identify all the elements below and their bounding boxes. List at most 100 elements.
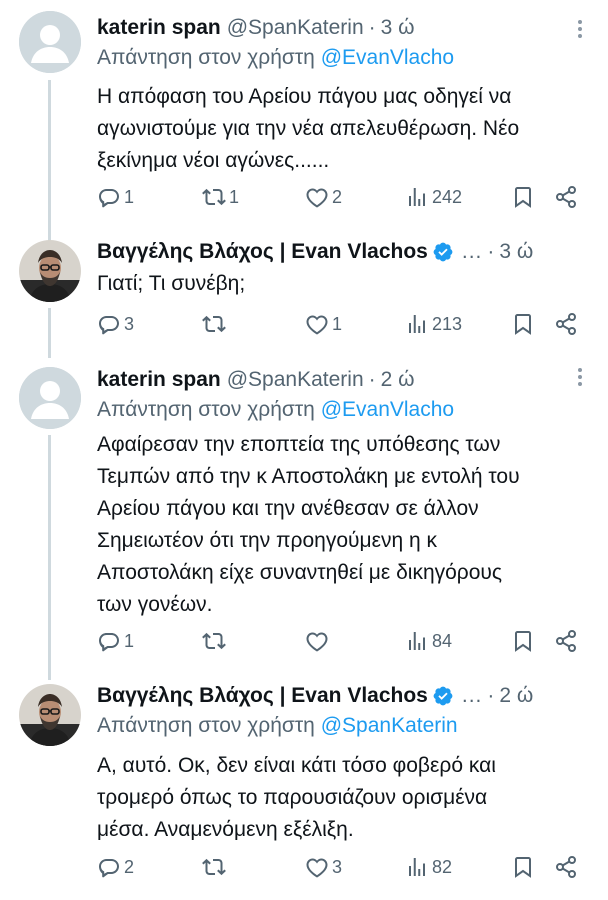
handle-truncated[interactable]: ... bbox=[462, 684, 483, 708]
reply-button[interactable]: 1 bbox=[97, 182, 134, 212]
tweet-text: Γιατί; Τι συνέβη; bbox=[97, 272, 246, 295]
tweet-text: Αφαίρεσαν την εποπτεία της υπόθεσης των … bbox=[97, 433, 520, 616]
author-name[interactable]: katerin span bbox=[97, 368, 221, 392]
share-icon bbox=[554, 312, 578, 336]
heart-icon bbox=[305, 185, 329, 209]
views-icon bbox=[405, 312, 429, 336]
reply-button[interactable]: 1 bbox=[97, 626, 134, 656]
author-name[interactable]: Βαγγέλης Βλάχος | Evan Vlachos bbox=[97, 240, 428, 264]
thread-line bbox=[48, 435, 51, 680]
reply-prefix: Απάντηση στον χρήστη bbox=[97, 46, 315, 69]
retweet-button[interactable] bbox=[202, 852, 229, 882]
verified-badge-icon bbox=[432, 685, 454, 707]
tweet-header: Βαγγέλης Βλάχος | Evan Vlachos ... · 3 ώ bbox=[97, 232, 584, 272]
action-bar: 1 84 bbox=[97, 626, 587, 656]
more-options-icon[interactable] bbox=[572, 20, 588, 42]
thread-line bbox=[48, 80, 51, 250]
like-count: 3 bbox=[332, 856, 343, 877]
bookmark-button[interactable] bbox=[511, 309, 535, 339]
avatar-photo[interactable] bbox=[19, 684, 81, 746]
heart-icon bbox=[305, 855, 329, 879]
bookmark-button[interactable] bbox=[511, 182, 535, 212]
tweet-4[interactable]: Βαγγέλης Βλάχος | Evan Vlachos ... · 2 ώ… bbox=[0, 676, 608, 896]
reply-button[interactable]: 2 bbox=[97, 852, 134, 882]
retweet-count: 1 bbox=[229, 186, 240, 207]
views-icon bbox=[405, 185, 429, 209]
author-name[interactable]: Βαγγέλης Βλάχος | Evan Vlachos bbox=[97, 684, 428, 708]
like-button[interactable] bbox=[305, 626, 332, 656]
retweet-button[interactable] bbox=[202, 309, 229, 339]
action-bar: 1 1 2 242 bbox=[97, 182, 587, 212]
action-bar: 2 3 82 bbox=[97, 852, 587, 882]
action-bar: 3 1 213 bbox=[97, 309, 587, 339]
views-count: 84 bbox=[432, 630, 453, 651]
tweet-2[interactable]: Βαγγέλης Βλάχος | Evan Vlachos ... · 3 ώ… bbox=[0, 232, 608, 358]
reply-context: Απάντηση στον χρήστη @EvanVlacho bbox=[97, 46, 454, 70]
timestamp[interactable]: 2 ώ bbox=[381, 368, 415, 392]
reply-prefix: Απάντηση στον χρήστη bbox=[97, 714, 315, 737]
tweet-header: katerin span @SpanKaterin · 3 ώ bbox=[97, 8, 584, 48]
verified-badge-icon bbox=[432, 241, 454, 263]
retweet-button[interactable]: 1 bbox=[202, 182, 239, 212]
reply-mention-link[interactable]: @EvanVlacho bbox=[321, 398, 454, 421]
bookmark-button[interactable] bbox=[511, 852, 535, 882]
timestamp[interactable]: 3 ώ bbox=[381, 16, 415, 40]
views-button[interactable]: 82 bbox=[405, 852, 452, 882]
like-button[interactable]: 2 bbox=[305, 182, 342, 212]
views-icon bbox=[405, 629, 429, 653]
tweet-text: Η απόφαση του Αρείου πάγου μας οδηγεί να… bbox=[97, 85, 520, 172]
author-handle[interactable]: @SpanKaterin bbox=[227, 16, 364, 40]
views-button[interactable]: 213 bbox=[405, 309, 462, 339]
author-handle[interactable]: @SpanKaterin bbox=[227, 368, 364, 392]
views-count: 242 bbox=[432, 186, 463, 207]
reply-icon bbox=[97, 312, 121, 336]
reply-context: Απάντηση στον χρήστη @EvanVlacho bbox=[97, 398, 454, 422]
reply-count: 3 bbox=[124, 313, 135, 334]
retweet-icon bbox=[202, 855, 226, 879]
reply-button[interactable]: 3 bbox=[97, 309, 134, 339]
reply-prefix: Απάντηση στον χρήστη bbox=[97, 398, 315, 421]
share-icon bbox=[554, 855, 578, 879]
like-count: 2 bbox=[332, 186, 343, 207]
share-button[interactable] bbox=[554, 309, 578, 339]
reply-icon bbox=[97, 185, 121, 209]
retweet-button[interactable] bbox=[202, 626, 229, 656]
thread-line bbox=[48, 308, 51, 358]
reply-count: 1 bbox=[124, 186, 135, 207]
heart-icon bbox=[305, 629, 329, 653]
reply-icon bbox=[97, 855, 121, 879]
bookmark-button[interactable] bbox=[511, 626, 535, 656]
share-button[interactable] bbox=[554, 626, 578, 656]
bookmark-icon bbox=[511, 312, 535, 336]
retweet-icon bbox=[202, 185, 226, 209]
share-button[interactable] bbox=[554, 852, 578, 882]
avatar-default[interactable] bbox=[19, 11, 81, 73]
reply-mention-link[interactable]: @SpanKaterin bbox=[321, 714, 458, 737]
more-options-icon[interactable] bbox=[572, 368, 588, 390]
views-count: 82 bbox=[432, 856, 453, 877]
separator-dot: · bbox=[368, 16, 376, 39]
like-button[interactable]: 1 bbox=[305, 309, 342, 339]
tweet-text: Α, αυτό. Οκ, δεν είναι κάτι τόσο φοβερό … bbox=[97, 754, 496, 841]
handle-truncated[interactable]: ... bbox=[462, 240, 483, 264]
share-icon bbox=[554, 185, 578, 209]
separator-dot: · bbox=[368, 368, 376, 391]
bookmark-icon bbox=[511, 629, 535, 653]
views-button[interactable]: 84 bbox=[405, 626, 452, 656]
avatar-default[interactable] bbox=[19, 367, 81, 429]
tweet-3[interactable]: katerin span @SpanKaterin · 2 ώ Απάντηση… bbox=[0, 360, 608, 680]
separator-dot: · bbox=[487, 240, 495, 263]
reply-mention-link[interactable]: @EvanVlacho bbox=[321, 46, 454, 69]
timestamp[interactable]: 3 ώ bbox=[499, 240, 533, 264]
reply-count: 1 bbox=[124, 630, 135, 651]
bookmark-icon bbox=[511, 855, 535, 879]
tweet-1[interactable]: katerin span @SpanKaterin · 3 ώ Απάντηση… bbox=[0, 8, 608, 250]
share-button[interactable] bbox=[554, 182, 578, 212]
timestamp[interactable]: 2 ώ bbox=[499, 684, 533, 708]
views-icon bbox=[405, 855, 429, 879]
like-button[interactable]: 3 bbox=[305, 852, 342, 882]
reply-icon bbox=[97, 629, 121, 653]
author-name[interactable]: katerin span bbox=[97, 16, 221, 40]
avatar-photo[interactable] bbox=[19, 240, 81, 302]
views-button[interactable]: 242 bbox=[405, 182, 462, 212]
